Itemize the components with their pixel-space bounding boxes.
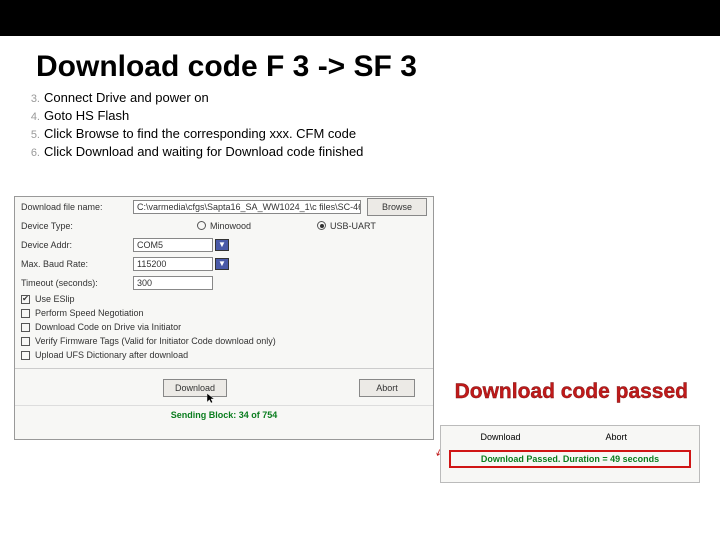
baud-rate-value: 115200	[137, 259, 166, 269]
checkbox-use-eslip-label: Use ESlip	[35, 294, 75, 304]
device-addr-value: COM5	[137, 240, 163, 250]
download-file-path-value: C:\varmedia\cfgs\Sapta16_SA_WW1024_1\c f…	[137, 202, 361, 212]
timeout-label: Timeout (seconds):	[21, 278, 133, 288]
result-dialog-crop: Download Abort Download Passed. Duration…	[440, 425, 700, 483]
mini-abort-button[interactable]: Abort	[606, 432, 660, 442]
device-type-label: Device Type:	[21, 221, 133, 231]
checkbox-upload-ufs-dictionary-label: Upload UFS Dictionary after download	[35, 350, 188, 360]
checkbox-speed-negotiation-label: Perform Speed Negotiation	[35, 308, 144, 318]
checkbox-download-via-initiator-label: Download Code on Drive via Initiator	[35, 322, 181, 332]
checkbox-verify-firmware-tags-label: Verify Firmware Tags (Valid for Initiato…	[35, 336, 276, 346]
download-file-label: Download file name:	[21, 202, 133, 212]
download-file-path-field[interactable]: C:\varmedia\cfgs\Sapta16_SA_WW1024_1\c f…	[133, 200, 361, 214]
step-text: Goto HS Flash	[44, 108, 129, 123]
radio-minowood[interactable]	[197, 221, 206, 230]
top-black-bar	[0, 0, 720, 36]
dropdown-icon[interactable]: ▼	[215, 239, 229, 251]
checkbox-download-via-initiator[interactable]	[21, 323, 30, 332]
download-passed-status-text: Download Passed. Duration = 49 seconds	[481, 454, 659, 464]
radio-usb-uart-label: USB-UART	[330, 221, 376, 231]
checkbox-verify-firmware-tags[interactable]	[21, 337, 30, 346]
step-row: 6.Click Download and waiting for Downloa…	[26, 144, 720, 159]
abort-button[interactable]: Abort	[359, 379, 415, 397]
step-row: 5.Click Browse to find the corresponding…	[26, 126, 720, 141]
steps-list: 3.Connect Drive and power on 4.Goto HS F…	[26, 90, 720, 159]
timeout-field[interactable]: 300	[133, 276, 213, 290]
baud-rate-label: Max. Baud Rate:	[21, 259, 133, 269]
step-row: 4.Goto HS Flash	[26, 108, 720, 123]
mini-download-button[interactable]: Download	[481, 432, 543, 442]
step-text: Click Download and waiting for Download …	[44, 144, 363, 159]
download-dialog: Download file name: C:\varmedia\cfgs\Sap…	[14, 196, 434, 440]
sending-block-status: Sending Block: 34 of 754	[15, 405, 433, 420]
slide-title: Download code F 3 -> SF 3	[36, 50, 720, 84]
checkbox-upload-ufs-dictionary[interactable]	[21, 351, 30, 360]
checkbox-speed-negotiation[interactable]	[21, 309, 30, 318]
device-addr-field[interactable]: COM5	[133, 238, 213, 252]
checkbox-use-eslip[interactable]: ✔	[21, 295, 30, 304]
device-addr-label: Device Addr:	[21, 240, 133, 250]
download-passed-status-highlight: Download Passed. Duration = 49 seconds	[449, 450, 691, 468]
step-text: Click Browse to find the corresponding x…	[44, 126, 356, 141]
timeout-value: 300	[137, 278, 152, 288]
step-text: Connect Drive and power on	[44, 90, 209, 105]
download-button[interactable]: Download	[163, 379, 227, 397]
radio-minowood-label: Minowood	[210, 221, 251, 231]
step-row: 3.Connect Drive and power on	[26, 90, 720, 105]
baud-rate-field[interactable]: 115200	[133, 257, 213, 271]
dropdown-icon[interactable]: ▼	[215, 258, 229, 270]
browse-button[interactable]: Browse	[367, 198, 427, 216]
radio-usb-uart[interactable]	[317, 221, 326, 230]
download-passed-callout: Download code passed	[455, 380, 688, 404]
